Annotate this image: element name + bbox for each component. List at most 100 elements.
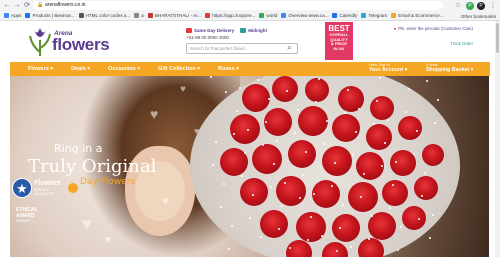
gypsophila-flower (323, 143, 325, 145)
rose (382, 180, 408, 206)
bookmark-item[interactable]: Overview www.ca... (281, 13, 328, 18)
bookmark-item[interactable]: https://app.zoopore... (205, 13, 255, 18)
nav-flowers[interactable]: Flowers ▾ (28, 66, 53, 72)
gypsophila-flower (212, 164, 214, 166)
gypsophila-flower (289, 247, 291, 249)
gypsophila-flower (294, 132, 296, 134)
rose-bouquet (190, 76, 460, 257)
gypsophila-flower (408, 88, 410, 90)
basket-label: Shopping Basket ▾ (426, 67, 474, 73)
your-account-menu[interactable]: Hello, Sign in Your Account ▾ (369, 63, 407, 73)
star-icon: ★ (12, 178, 32, 198)
rose (422, 144, 444, 166)
rose (366, 124, 392, 150)
profile-avatar-2[interactable]: P (477, 2, 485, 10)
best-badge-line: IN UK (333, 45, 345, 51)
bookmark-item[interactable]: Telegram (361, 13, 387, 18)
same-day-badge[interactable]: Same Day Delivery (186, 28, 234, 33)
ethical-award-badge: ETHICAL AWARD WINNER (16, 207, 38, 225)
gypsophila-flower (278, 228, 280, 230)
hero-headline-3: Day Flowers (80, 177, 136, 187)
star-icon[interactable]: ☆ (453, 1, 463, 11)
gypsophila-flower (381, 165, 383, 167)
gypsophila-flower (302, 174, 304, 176)
reload-icon[interactable]: ⟳ (22, 1, 32, 11)
rose (332, 114, 360, 142)
gypsophila-flower (387, 119, 389, 121)
deliver-to-link[interactable]: ● Pls. enter the pincode (Customer Care) (394, 26, 473, 31)
rose (348, 182, 378, 212)
gypsophila-flower (276, 140, 278, 142)
gypsophila-flower (405, 111, 407, 113)
bookmark-favicon-icon (25, 13, 31, 18)
bookmark-item[interactable]: BHARATSTHALI - Ar... (147, 13, 202, 18)
bookmark-favicon-icon (391, 13, 397, 18)
search-input[interactable]: Search for that perfect flower... ⌕ (186, 43, 298, 54)
search-icon[interactable]: ⌕ (285, 44, 294, 53)
search-placeholder: Search for that perfect flower... (190, 46, 249, 51)
gypsophila-flower (236, 110, 238, 112)
gypsophila-flower (262, 144, 264, 146)
rose (398, 116, 422, 140)
gypsophila-flower (384, 142, 386, 144)
rose (402, 206, 426, 230)
scrollbar-thumb[interactable] (496, 23, 499, 53)
gypsophila-flower (363, 173, 365, 175)
rose (312, 180, 340, 208)
other-bookmarks[interactable]: Other bookmarks (461, 11, 496, 20)
bookmark-item[interactable]: Calendly (332, 13, 357, 18)
rose (414, 176, 438, 200)
back-icon[interactable]: ← (2, 1, 12, 11)
hero-banner[interactable]: ♥ ♥ ♥ ♥ ♥ ♥ Ring in a Truly Original Day… (10, 76, 489, 257)
bookmark-item[interactable]: Products | Bewinor... (25, 13, 75, 18)
bookmark-item[interactable]: Apps (4, 13, 21, 18)
logo-text-big: flowers (52, 35, 110, 54)
gypsophila-flower (270, 186, 272, 188)
nav-occasions[interactable]: Occasions ▾ (108, 66, 140, 72)
gypsophila-flower (326, 120, 328, 122)
profile-avatar[interactable]: P (466, 2, 474, 10)
track-order-link[interactable]: Track Order (394, 41, 473, 46)
bookmark-item[interactable]: a (134, 13, 144, 18)
heart-decoration-icon: ♥ (82, 216, 92, 233)
gypsophila-flower (268, 98, 270, 100)
shopping-basket-menu[interactable]: 0 Items Shopping Basket ▾ (426, 63, 473, 73)
bookmark-item[interactable]: Email & Ecommerce... (391, 13, 444, 18)
nav-deals[interactable]: Deals ▾ (71, 66, 90, 72)
bookmark-label: Products | Bewinor... (32, 13, 75, 18)
ethical-year: WINNER (16, 219, 31, 223)
rose (252, 144, 282, 174)
gypsophila-flower (220, 206, 222, 208)
rose (240, 178, 268, 206)
nav-roses[interactable]: Roses ▾ (218, 66, 239, 72)
site-logo[interactable]: Arena flowers (28, 24, 110, 60)
gypsophila-flower (432, 214, 434, 216)
delivery-badges: Same Day Delivery Midnight +91-98 00 000… (186, 28, 267, 40)
location-pin-icon: ● (393, 26, 397, 31)
hero-headline-1: Ring in a (54, 142, 103, 155)
gypsophila-flower (247, 129, 249, 131)
menu-icon[interactable]: ⋮ (488, 1, 498, 11)
gypsophila-flower (305, 151, 307, 153)
rose (230, 114, 260, 144)
gypsophila-flower (395, 161, 397, 163)
gypsophila-flower (228, 248, 230, 250)
nav-gift-collection[interactable]: Gift Collection ▾ (158, 66, 200, 72)
gypsophila-flower (225, 91, 227, 93)
gypsophila-flower (249, 217, 251, 219)
bookmark-label: Overview www.ca... (288, 13, 329, 18)
midnight-badge[interactable]: Midnight (240, 28, 267, 33)
forward-icon[interactable]: → (12, 1, 22, 11)
gypsophila-flower (273, 163, 275, 165)
gypsophila-flower (424, 172, 426, 174)
gypsophila-flower (286, 90, 288, 92)
gypsophila-flower (233, 133, 235, 135)
page-scrollbar[interactable] (495, 21, 500, 257)
bookmark-item[interactable]: world (259, 13, 277, 18)
tulip-logo-icon (29, 28, 51, 56)
address-bar[interactable]: 🔒 arenaflowers.co.in (33, 1, 443, 10)
bookmark-favicon-icon (78, 13, 84, 18)
bookmark-item[interactable]: HTML color codes a... (78, 13, 130, 18)
bookmark-label: BHARATSTHALI - Ar... (154, 13, 202, 18)
bookmark-favicon-icon (205, 13, 211, 18)
